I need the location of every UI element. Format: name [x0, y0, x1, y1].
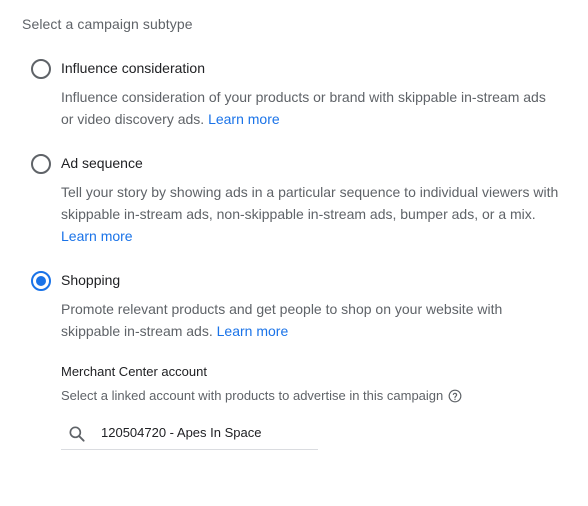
help-circle-icon[interactable]: [448, 389, 462, 403]
option-description: Tell your story by showing ads in a part…: [61, 181, 571, 247]
learn-more-link[interactable]: Learn more: [61, 228, 133, 244]
description-line: skippable in-stream ads, non-skippable i…: [61, 206, 536, 222]
radio-ad-sequence[interactable]: [31, 154, 51, 174]
description-line: skippable in-stream ads.: [61, 323, 213, 339]
merchant-center-title: Merchant Center account: [61, 364, 207, 379]
option-description: Promote relevant products and get people…: [61, 298, 571, 342]
search-icon: [67, 424, 87, 444]
merchant-help-text: Select a linked account with products to…: [61, 388, 444, 403]
merchant-center-section: Merchant Center account Select a linked …: [61, 364, 541, 450]
merchant-help-row: Select a linked account with products to…: [61, 388, 462, 403]
radio-influence-consideration[interactable]: [31, 59, 51, 79]
description-line: Tell your story by showing ads in a part…: [61, 184, 559, 200]
description-line: Influence consideration of your products…: [61, 89, 546, 105]
section-title: Select a campaign subtype: [22, 16, 193, 32]
radio-shopping[interactable]: [31, 271, 51, 291]
option-description: Influence consideration of your products…: [61, 86, 571, 130]
option-label[interactable]: Ad sequence: [61, 155, 143, 171]
merchant-account-value[interactable]: 120504720 - Apes In Space: [101, 424, 261, 442]
learn-more-link[interactable]: Learn more: [208, 111, 280, 127]
learn-more-link[interactable]: Learn more: [217, 323, 289, 339]
merchant-account-search[interactable]: 120504720 - Apes In Space: [61, 422, 318, 450]
option-label[interactable]: Influence consideration: [61, 60, 205, 76]
description-line: or video discovery ads.: [61, 111, 205, 127]
option-label[interactable]: Shopping: [61, 272, 120, 288]
description-line: Promote relevant products and get people…: [61, 301, 503, 317]
